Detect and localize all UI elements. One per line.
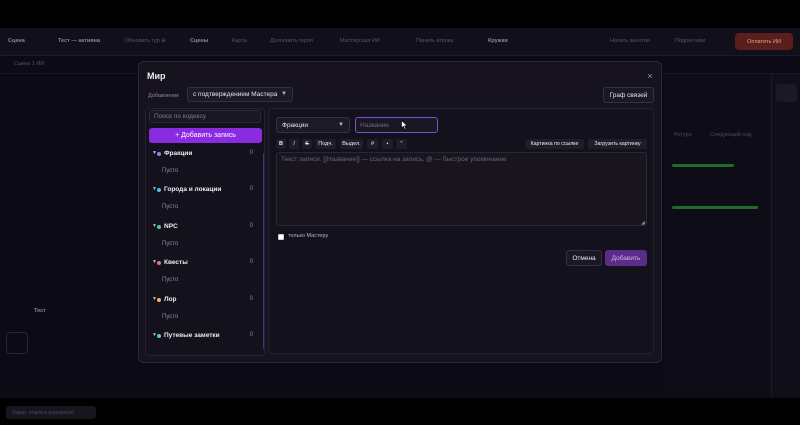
gm-only-label: только Мастеру	[288, 233, 329, 239]
category-group: ▼ Фракции 0 Пусто	[146, 146, 261, 182]
category-list: ▼ Фракции 0 Пусто ▼ Города и локации 0 Пусто ▼ NP…	[146, 146, 261, 355]
category-header[interactable]: ▼ Лор 0	[146, 295, 259, 306]
modal-title: Мир	[147, 71, 166, 81]
topbar-item[interactable]: Сцены	[190, 38, 208, 44]
right-tab[interactable]: Следующий ход	[710, 132, 751, 138]
topbar-item[interactable]: Начать занятия	[610, 38, 650, 44]
resize-handle-icon[interactable]: ◢	[641, 220, 645, 226]
scrollbar[interactable]	[263, 153, 264, 349]
search-input[interactable]	[149, 110, 261, 123]
topbar-item[interactable]: Тест — активна	[58, 38, 100, 44]
progress-bar	[672, 164, 734, 167]
graph-button[interactable]: Граф связей	[603, 87, 654, 103]
underline-button[interactable]: Подч.	[315, 139, 336, 149]
strike-button[interactable]: S	[302, 139, 312, 149]
category-count: 0	[249, 150, 253, 156]
category-header[interactable]: ▼ Города и локации 0	[146, 185, 259, 196]
category-dot-icon	[157, 224, 161, 229]
topbar-item[interactable]: Карта	[232, 38, 247, 44]
close-icon[interactable]: ×	[644, 70, 656, 82]
world-modal: Мир × Добавление с подтверждением Мастер…	[138, 61, 662, 363]
add-mode-value: с подтверждением Мастера	[193, 91, 278, 98]
category-count: 0	[249, 222, 253, 229]
category-empty-label: Пусто	[162, 277, 179, 284]
category-dot-icon	[157, 152, 161, 156]
progress-bar	[672, 206, 758, 209]
category-name: Города и локации	[164, 186, 222, 194]
tool-icon[interactable]	[776, 140, 797, 158]
category-name: Лор	[164, 295, 177, 303]
italic-button[interactable]: I	[289, 139, 299, 149]
topbar-item[interactable]: Обновить тур ⊕	[125, 38, 166, 44]
category-value: Фракции	[282, 121, 308, 129]
subbar-label: Сцена 1 ИИ	[14, 61, 45, 67]
quote-button[interactable]: "	[396, 139, 407, 149]
pay-ai-button[interactable]: Оплатить ИИ	[735, 33, 793, 50]
category-group: ▼ Города и локации 0 Пусто	[146, 182, 261, 218]
right-toolbar	[771, 74, 800, 398]
highlight-button[interactable]: Выдел.	[340, 139, 363, 149]
category-header[interactable]: ▼ Квесты 0	[146, 258, 259, 269]
category-name: Квесты	[164, 259, 188, 267]
cancel-button[interactable]: Отмена	[566, 250, 602, 266]
add-mode-label: Добавление	[148, 93, 180, 99]
category-dot-icon	[157, 261, 161, 266]
card-title: Тест	[34, 308, 46, 314]
tool-icon[interactable]	[776, 84, 797, 102]
category-dot-icon	[157, 188, 161, 193]
category-empty-label: Пусто	[162, 313, 179, 320]
mouse-cursor-icon	[401, 120, 408, 130]
topbar-item[interactable]: Панель игрока	[416, 38, 453, 44]
category-empty-label: Пусто	[162, 240, 179, 247]
category-dot-icon	[157, 333, 161, 338]
topbar-item[interactable]: Сцена	[8, 38, 25, 44]
name-input[interactable]	[355, 117, 438, 133]
tool-icon[interactable]	[776, 112, 797, 130]
image-upload-button[interactable]: Загрузить картинку	[588, 139, 647, 149]
category-dot-icon	[157, 297, 161, 302]
entry-editor: Фракции ▼ B I S Подч. Выдел. # • " Карти…	[268, 108, 654, 354]
topbar-item[interactable]: Подписчики	[675, 38, 705, 44]
category-name: Фракции	[164, 150, 193, 157]
topbar-item[interactable]: Кружки	[488, 38, 508, 44]
gm-only-checkbox[interactable]	[278, 234, 284, 240]
chevron-down-icon: ▼	[338, 122, 344, 128]
topbar-item[interactable]: Мастерская ИИ	[340, 38, 380, 44]
add-entry-button[interactable]: + Добавить запись	[149, 128, 262, 143]
image-url-button[interactable]: Картинка по ссылке	[525, 139, 584, 149]
category-select[interactable]: Фракции ▼	[276, 117, 350, 133]
category-empty-label: Пусто	[162, 168, 179, 174]
category-group: ▼ NPC 0 Пусто	[146, 219, 261, 255]
codex-sidebar: + Добавить запись ▼Фракции0Пусто▼Города …	[145, 108, 265, 356]
tool-icon[interactable]	[776, 168, 797, 186]
category-count: 0	[249, 295, 253, 302]
category-group: ▼ Путевые заметки 0	[146, 328, 261, 355]
right-tab[interactable]: Ротуро	[674, 132, 692, 138]
category-group: ▼ Лор 0 Пусто	[146, 292, 261, 328]
bottom-button[interactable]: Завер. откр/а в журнале(и)	[6, 406, 96, 419]
app-topbar: Сцена Тест — активна Обновить тур ⊕ Сцен…	[0, 28, 800, 56]
category-count: 0	[249, 331, 253, 338]
category-empty-label: Пусто	[162, 204, 179, 211]
right-panel-bg: Ротуро Следующий ход	[664, 74, 771, 398]
category-name: Путевые заметки	[164, 331, 220, 339]
bold-button[interactable]: B	[276, 139, 286, 149]
add-mode-select[interactable]: с подтверждением Мастера ▼	[187, 87, 293, 102]
chevron-down-icon: ▼	[281, 91, 287, 97]
category-count: 0	[249, 259, 253, 266]
entry-text-area[interactable]	[276, 152, 647, 226]
token-card[interactable]	[6, 332, 28, 354]
category-header[interactable]: ▼ Фракции 0	[146, 149, 259, 160]
category-group: ▼ Квесты 0 Пусто	[146, 255, 261, 291]
add-button[interactable]: Добавить	[605, 250, 647, 266]
tool-icon[interactable]	[776, 196, 797, 214]
category-name: NPC	[164, 222, 178, 230]
topbar-item[interactable]: Дополнить героя	[270, 38, 313, 44]
category-count: 0	[249, 186, 253, 193]
category-header[interactable]: ▼ Путевые заметки 0	[146, 331, 259, 342]
category-header[interactable]: ▼ NPC 0	[146, 222, 259, 233]
list-button[interactable]: •	[382, 139, 393, 149]
heading-button[interactable]: #	[367, 139, 378, 149]
